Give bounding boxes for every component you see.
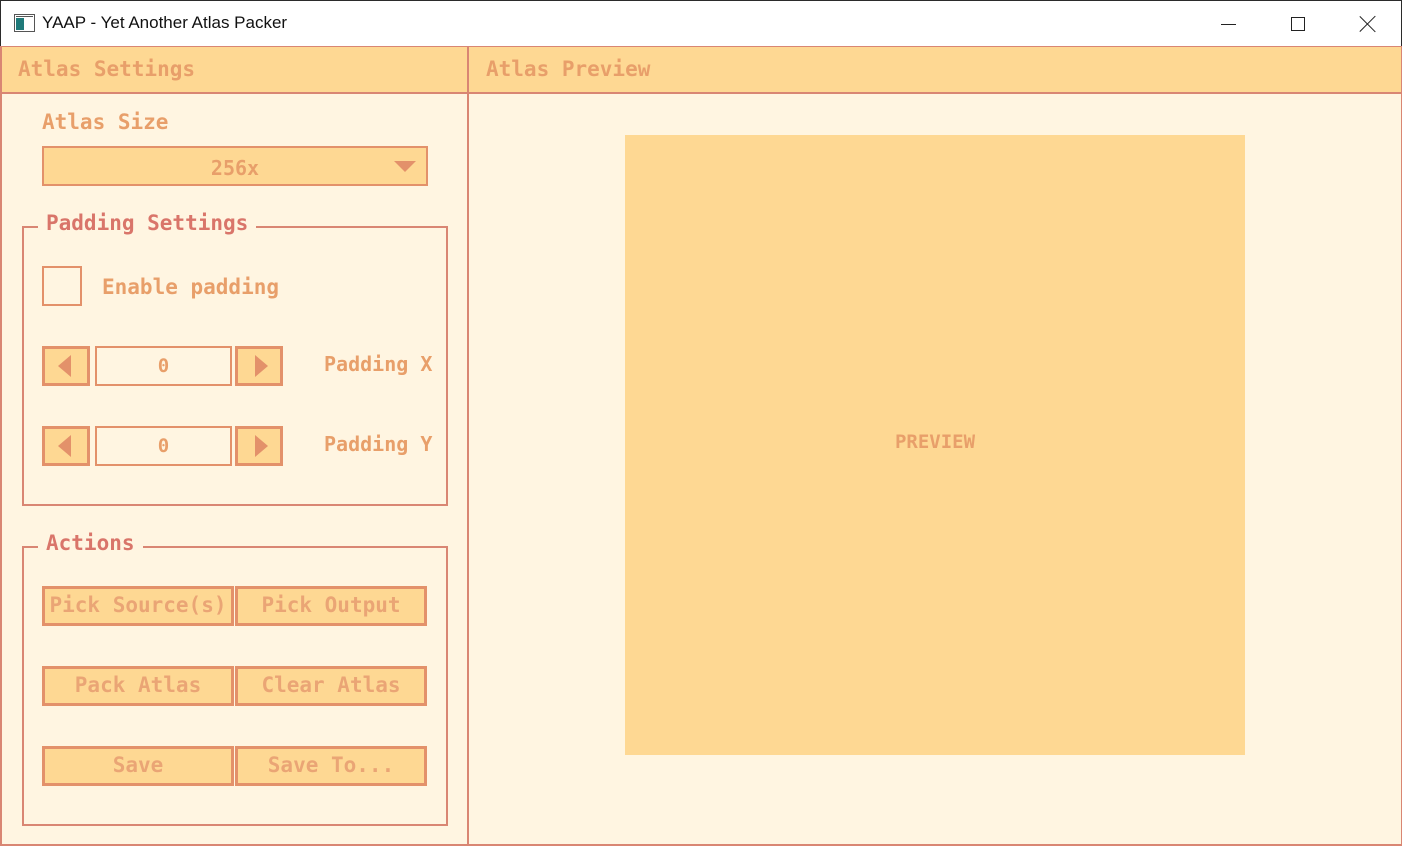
minimize-button[interactable] — [1193, 1, 1263, 47]
pick-output-button[interactable]: Pick Output — [235, 586, 427, 626]
enable-padding-label: Enable padding — [102, 275, 280, 299]
padding-y-decrement-button[interactable] — [42, 426, 90, 466]
atlas-size-label: Atlas Size — [42, 110, 169, 134]
padding-x-input[interactable]: 0 — [95, 346, 232, 386]
save-button[interactable]: Save — [42, 746, 234, 786]
close-button[interactable] — [1333, 1, 1402, 47]
atlas-size-dropdown[interactable]: 256x — [42, 146, 428, 186]
padding-settings-group: Padding Settings Enable padding 0 Paddin… — [22, 211, 448, 506]
padding-x-increment-button[interactable] — [235, 346, 283, 386]
arrow-left-icon — [57, 355, 71, 377]
padding-y-increment-button[interactable] — [235, 426, 283, 466]
maximize-button[interactable] — [1263, 1, 1333, 47]
pick-sources-button[interactable]: Pick Source(s) — [42, 586, 234, 626]
enable-padding-checkbox[interactable] — [42, 266, 82, 306]
atlas-preview-title: Atlas Preview — [486, 57, 651, 81]
padding-settings-title: Padding Settings — [38, 211, 257, 235]
atlas-preview-header: Atlas Preview — [469, 46, 1401, 94]
arrow-right-icon — [254, 435, 268, 457]
atlas-preview-canvas: PREVIEW — [625, 135, 1245, 755]
atlas-settings-header: Atlas Settings — [2, 46, 467, 94]
minimize-icon — [1220, 23, 1236, 25]
pack-atlas-button[interactable]: Pack Atlas — [42, 666, 234, 706]
arrow-left-icon — [57, 435, 71, 457]
padding-x-decrement-button[interactable] — [42, 346, 90, 386]
clear-atlas-button[interactable]: Clear Atlas — [235, 666, 427, 706]
arrow-right-icon — [254, 355, 268, 377]
padding-y-label: Padding Y — [324, 432, 433, 456]
atlas-preview-panel: Atlas Preview PREVIEW — [467, 46, 1401, 846]
actions-title: Actions — [38, 531, 143, 555]
chevron-down-icon — [394, 161, 416, 172]
window-titlebar: YAAP - Yet Another Atlas Packer — [0, 0, 1402, 46]
atlas-size-value: 256x — [210, 156, 260, 180]
atlas-settings-title: Atlas Settings — [18, 57, 196, 81]
padding-x-label: Padding X — [324, 352, 433, 376]
close-icon — [1360, 16, 1376, 32]
save-to-button[interactable]: Save To... — [235, 746, 427, 786]
client-area: Atlas Settings Atlas Size 256x Padding S… — [0, 46, 1402, 846]
padding-y-input[interactable]: 0 — [95, 426, 232, 466]
actions-group: Actions Pick Source(s) Pick Output Pack … — [22, 531, 448, 826]
atlas-settings-panel: Atlas Settings Atlas Size 256x Padding S… — [2, 46, 469, 846]
window-title: YAAP - Yet Another Atlas Packer — [42, 13, 288, 32]
preview-placeholder: PREVIEW — [894, 431, 976, 453]
maximize-icon — [1291, 17, 1305, 31]
app-icon — [14, 14, 35, 32]
